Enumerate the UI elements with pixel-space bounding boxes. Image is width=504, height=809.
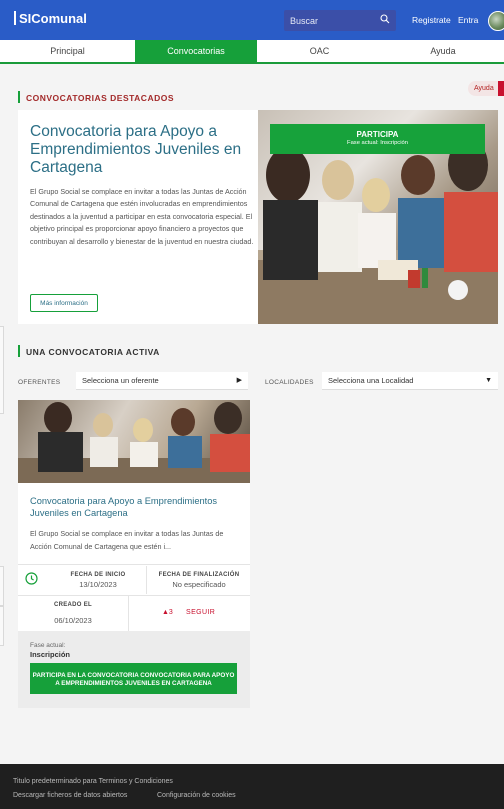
heading-bar [18,345,20,357]
phase-value: Inscripción [30,650,71,659]
top-bar: SIComunal Registrate Entra [0,0,504,40]
main-nav: Principal Convocatorias OAC Ayuda [0,40,504,64]
side-edge-tab [0,566,4,606]
featured-description: El Grupo Social se complace en invitar a… [30,187,254,246]
caret-right-icon: ▶ [236,377,242,384]
meta-row-divider [18,595,250,596]
votes-count[interactable]: ▲3 [162,609,173,616]
tab-convocatorias[interactable]: Convocatorias [135,40,257,62]
caret-down-icon: ▼ [485,377,492,384]
search-icon[interactable] [380,14,390,24]
avatar[interactable] [488,11,504,31]
oferentes-label: OFERENTES [18,379,61,386]
search-box [284,10,396,31]
start-date-value: 13/10/2023 [79,580,117,589]
active-section-heading: UNA CONVOCATORIA ACTIVA [18,345,160,357]
meta-divider [146,566,147,594]
heading-bar [18,91,20,103]
tab-principal[interactable]: Principal [0,40,135,62]
login-link[interactable]: Entra [458,15,478,25]
end-date-label: FECHA DE FINALIZACIÓN [158,572,240,578]
active-section-title: UNA CONVOCATORIA ACTIVA [26,347,160,357]
created-label: CREADO EL [53,602,93,608]
open-data-link[interactable]: Descargar ficheros de datos abiertos [13,792,127,799]
brand-name: SIComunal [19,11,87,26]
card-photo[interactable] [18,400,250,483]
search-input[interactable] [290,10,376,31]
featured-title[interactable]: Convocatoria para Apoyo a Emprendimiento… [30,123,252,177]
card-title[interactable]: Convocatoria para Apoyo a Emprendimiento… [30,495,242,519]
side-edge-tab [0,326,4,414]
localidades-select[interactable]: Selecciona una Localidad ▼ [322,372,498,390]
featured-section-title: CONVOCATORIAS DESTACADOS [26,93,175,103]
meta-divider [128,596,129,631]
brand-logo[interactable]: SIComunal [14,11,87,26]
oferentes-select[interactable]: Selecciona un oferente ▶ [76,372,248,390]
more-info-button[interactable]: Más información [30,294,98,312]
follow-button[interactable]: SEGUIR [186,609,215,616]
clock-icon [25,572,38,585]
card-description: El Grupo Social se complace en invitar a… [30,529,224,551]
featured-card: Convocatoria para Apoyo a Emprendimiento… [18,110,258,324]
card-footer: Fase actual: Inscripción PARTICIPA EN LA… [18,631,250,708]
page-footer: Titulo predeterminado para Terminos y Co… [0,764,504,809]
help-badge[interactable]: Ayuda [468,81,500,96]
join-convocatoria-button[interactable]: PARTICIPA EN LA CONVOCATORIA CONVOCATORI… [30,663,237,694]
side-edge-tab [0,606,4,646]
oferentes-value: Selecciona un oferente [82,376,159,385]
participa-phase: Fase actual: Inscripción [347,140,408,146]
people-collaborating-photo [18,402,250,483]
terms-link[interactable]: Titulo predeterminado para Terminos y Co… [13,778,173,785]
help-badge-edge [498,81,504,96]
convocatoria-card: Convocatoria para Apoyo a Emprendimiento… [18,400,250,708]
brand-bar [14,11,16,25]
register-link[interactable]: Registrate [412,15,451,25]
end-date-value: No especificado [172,580,226,589]
card-divider [18,564,250,565]
cookies-link[interactable]: Configuración de cookies [157,792,236,799]
tab-oac[interactable]: OAC [257,40,382,62]
localidades-label: LOCALIDADES [265,379,314,386]
created-value: 06/10/2023 [54,616,92,625]
phase-label: Fase actual: [30,642,66,649]
participa-title: PARTICIPA [356,130,399,139]
tab-ayuda[interactable]: Ayuda [382,40,504,62]
localidades-value: Selecciona una Localidad [328,376,414,385]
participa-banner[interactable]: PARTICIPA Fase actual: Inscripción [270,124,485,154]
featured-section-heading: CONVOCATORIAS DESTACADOS [18,91,174,103]
start-date-label: FECHA DE INICIO [70,572,126,578]
